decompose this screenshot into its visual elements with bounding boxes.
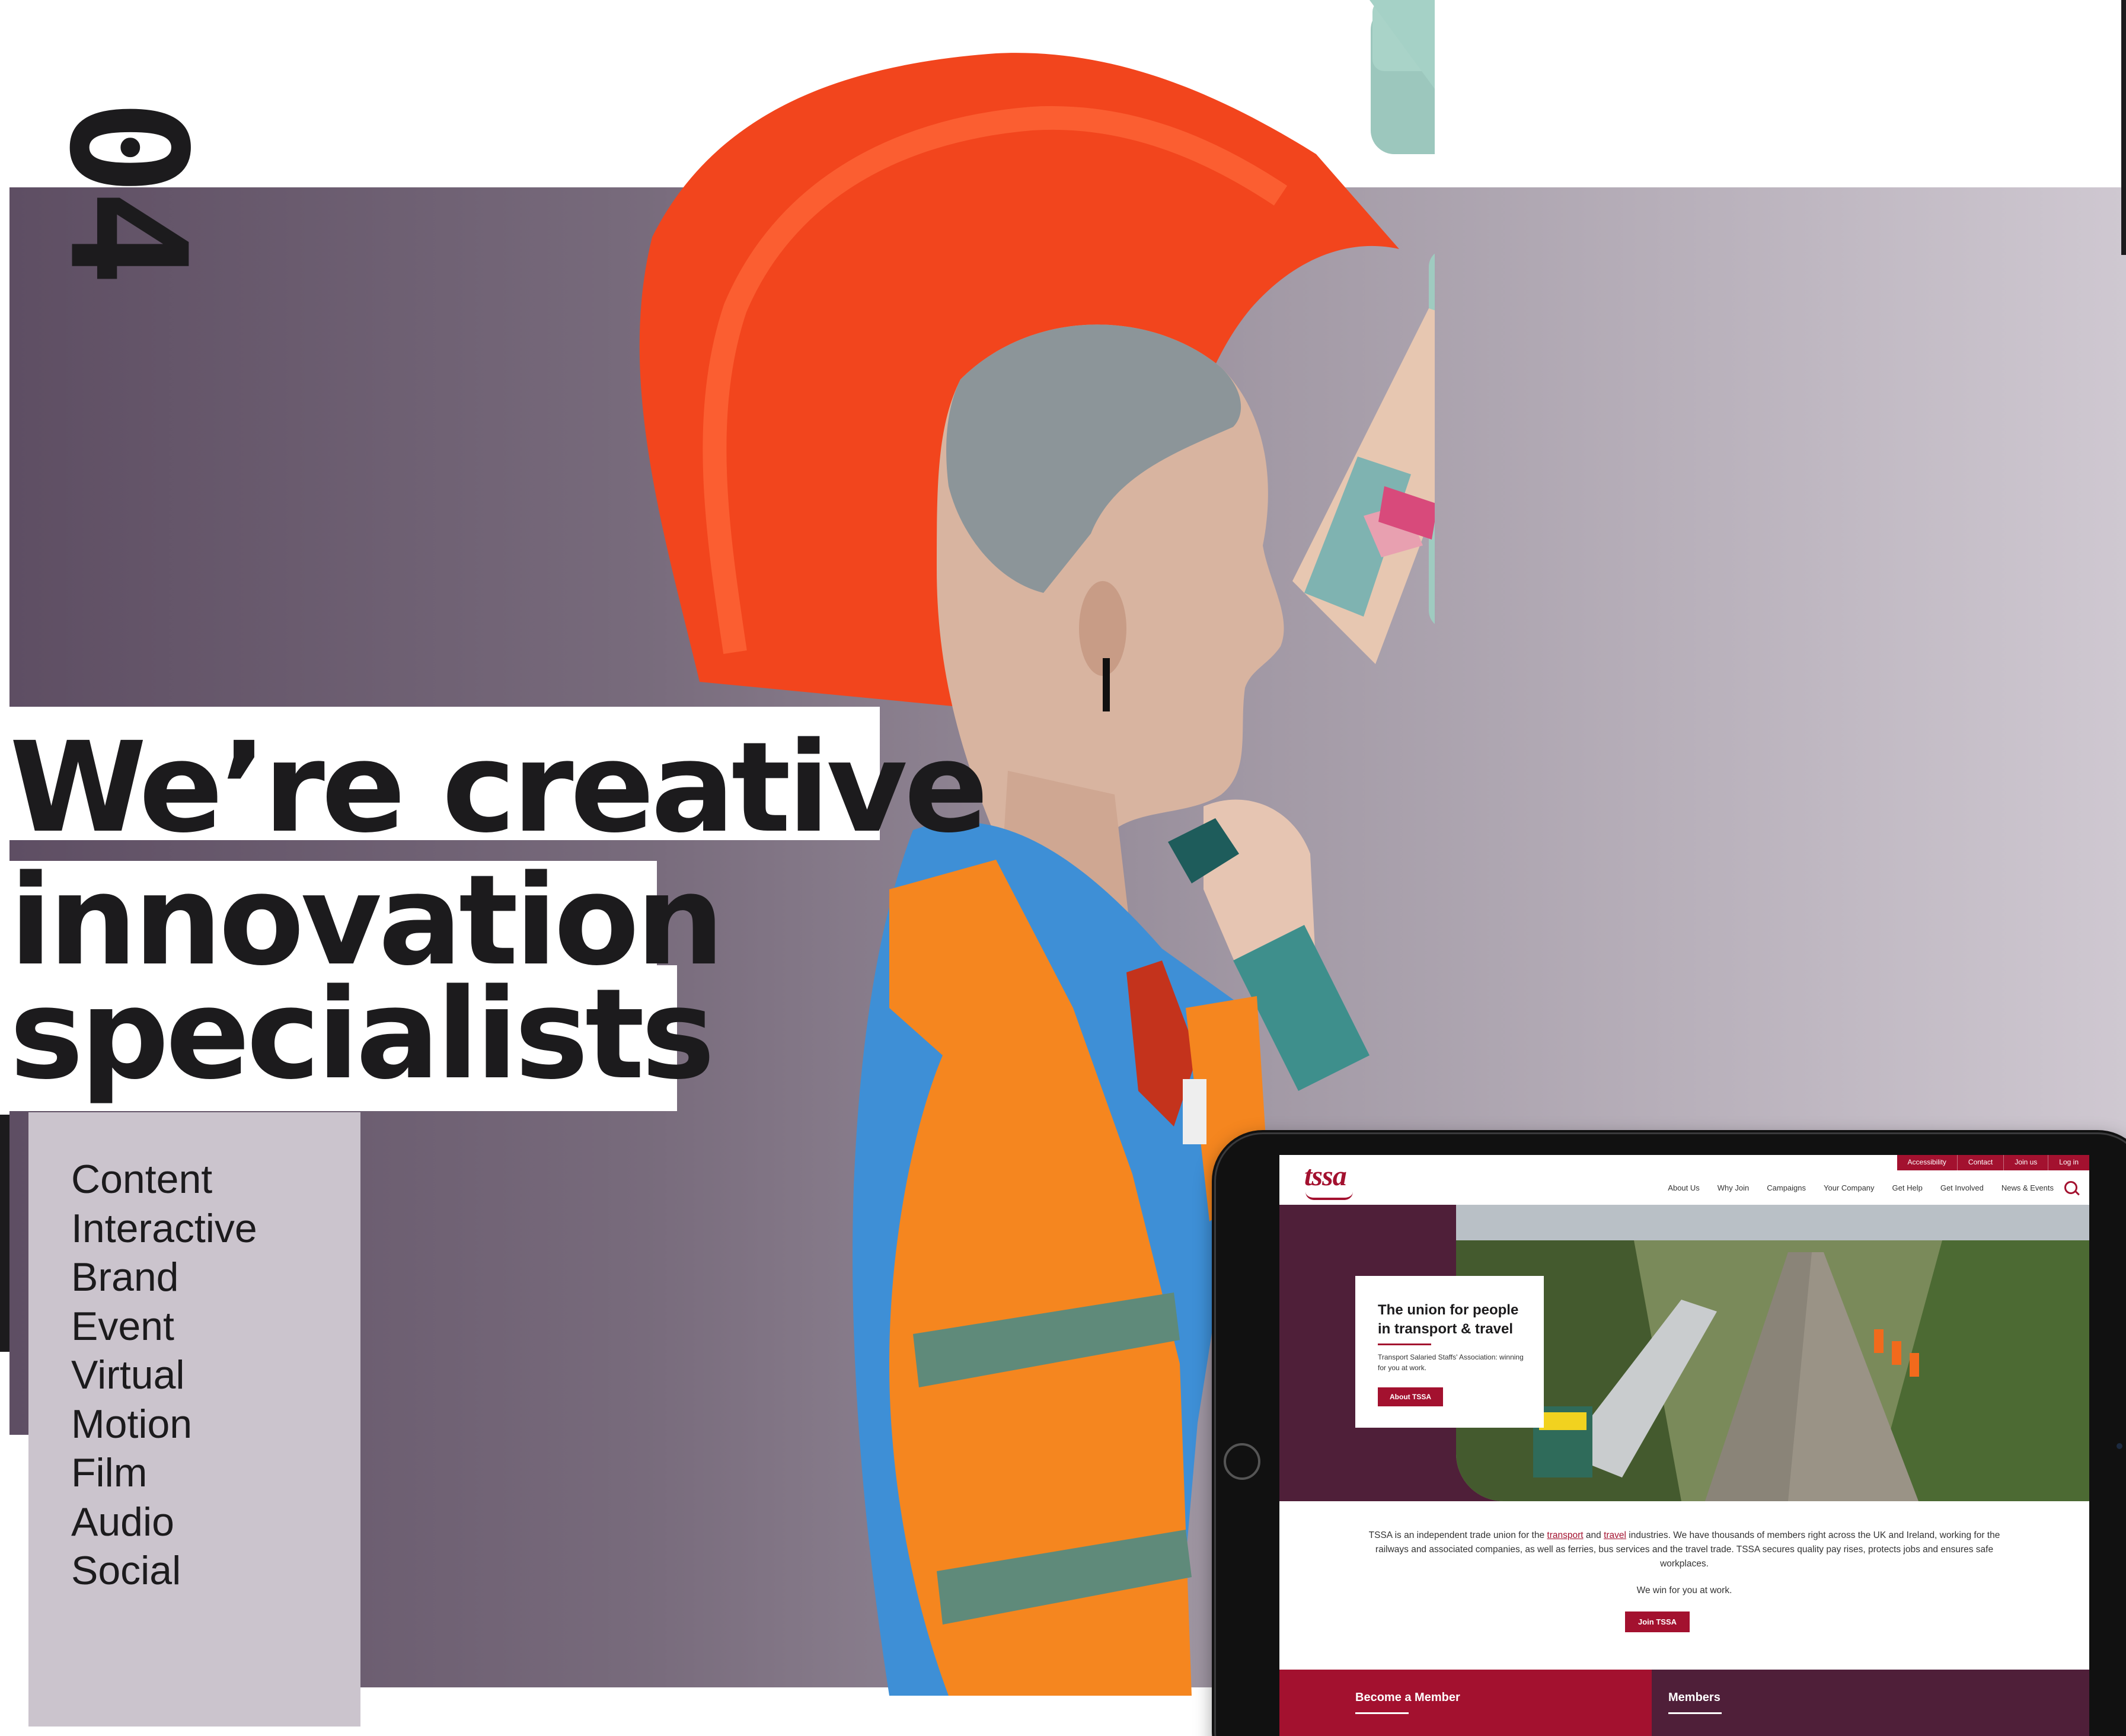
members-title: Members bbox=[1668, 1691, 1720, 1704]
nav-about-us[interactable]: About Us bbox=[1668, 1183, 1699, 1192]
hero-card: The union for people in transport & trav… bbox=[1355, 1276, 1544, 1428]
hero-title: The union for people in transport & trav… bbox=[1378, 1302, 1519, 1337]
utility-link-accessibility[interactable]: Accessibility bbox=[1897, 1155, 1957, 1170]
headline-line-1: We’re creative bbox=[0, 707, 988, 850]
become-member-title: Become a Member bbox=[1355, 1691, 1460, 1704]
utility-link-login[interactable]: Log in bbox=[2048, 1155, 2089, 1170]
services-white-notch bbox=[9, 1435, 28, 1727]
service-item: Virtual bbox=[71, 1352, 185, 1397]
about-tssa-button[interactable]: About TSSA bbox=[1378, 1387, 1443, 1406]
nav-news-events[interactable]: News & Events bbox=[2001, 1183, 2054, 1192]
tablet-home-button bbox=[1224, 1443, 1260, 1480]
intro-paragraph: TSSA is an independent trade union for t… bbox=[1368, 1528, 2000, 1571]
travel-link[interactable]: travel bbox=[1604, 1530, 1626, 1540]
utility-link-contact[interactable]: Contact bbox=[1956, 1155, 2003, 1170]
nav-get-help[interactable]: Get Help bbox=[1892, 1183, 1923, 1192]
intro-text-start: TSSA is an independent trade union for t… bbox=[1368, 1530, 1547, 1540]
nav-why-join[interactable]: Why Join bbox=[1718, 1183, 1749, 1192]
headline-text-3: specialists bbox=[9, 962, 715, 1107]
service-item: Event bbox=[71, 1303, 174, 1349]
nav-your-company[interactable]: Your Company bbox=[1824, 1183, 1875, 1192]
railway-hero-photo bbox=[1456, 1205, 2089, 1501]
service-item: Brand bbox=[71, 1255, 179, 1300]
service-item: Motion bbox=[71, 1401, 193, 1447]
become-member-panel[interactable]: Become a Member bbox=[1279, 1670, 1652, 1736]
tablet-mockup: Accessibility Contact Join us Log in tss… bbox=[1212, 1130, 2126, 1736]
headline-line-3: specialists bbox=[0, 965, 715, 1111]
tssa-website-screen: Accessibility Contact Join us Log in tss… bbox=[1279, 1155, 2089, 1736]
tagline: We win for you at work. bbox=[1636, 1585, 1732, 1595]
service-item: Content bbox=[71, 1157, 213, 1202]
service-item: Interactive bbox=[71, 1205, 257, 1251]
page: 04 We’re creative innovation specialists… bbox=[0, 0, 2126, 1736]
main-nav: About Us Why Join Campaigns Your Company… bbox=[1668, 1183, 2054, 1192]
left-edge-bar bbox=[0, 1115, 9, 1352]
transport-link[interactable]: transport bbox=[1547, 1530, 1583, 1540]
panel-divider bbox=[1668, 1712, 1722, 1714]
panel-divider bbox=[1355, 1712, 1409, 1714]
join-tssa-button[interactable]: Join TSSA bbox=[1625, 1611, 1690, 1632]
tablet-camera bbox=[2117, 1443, 2122, 1449]
service-item: Film bbox=[71, 1450, 148, 1495]
right-edge-rule bbox=[2121, 0, 2126, 255]
utility-link-join[interactable]: Join us bbox=[2003, 1155, 2048, 1170]
members-panel[interactable]: Members bbox=[1652, 1670, 2089, 1736]
search-icon[interactable] bbox=[2064, 1181, 2077, 1194]
nav-get-involved[interactable]: Get Involved bbox=[1940, 1183, 1984, 1192]
section-number-text: 04 bbox=[34, 99, 221, 280]
hero-subtitle: Transport Salaried Staffs' Association: … bbox=[1378, 1353, 1524, 1372]
services-list: Content Interactive Brand Event Virtual … bbox=[71, 1155, 257, 1595]
service-item: Audio bbox=[71, 1499, 174, 1544]
logo-swoosh-icon bbox=[1305, 1192, 1353, 1200]
utility-bar: Accessibility Contact Join us Log in bbox=[1897, 1155, 2089, 1170]
headline-text-1: We’re creative bbox=[9, 715, 988, 860]
intro-text-and: and bbox=[1583, 1530, 1604, 1540]
nav-campaigns[interactable]: Campaigns bbox=[1767, 1183, 1806, 1192]
hero-divider bbox=[1378, 1344, 1431, 1345]
services-panel: Content Interactive Brand Event Virtual … bbox=[28, 1112, 360, 1727]
tssa-logo[interactable]: tssa bbox=[1304, 1160, 1347, 1192]
section-number: 04 bbox=[34, 77, 221, 302]
service-item: Social bbox=[71, 1548, 181, 1593]
